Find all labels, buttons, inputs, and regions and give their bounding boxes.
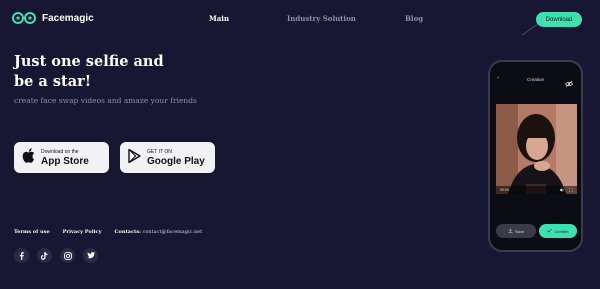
nav-main[interactable]: Main: [209, 14, 229, 23]
save-label: Save: [514, 228, 525, 234]
nav-blog[interactable]: Blog: [405, 14, 423, 23]
facemagic-logo-icon: [12, 11, 38, 25]
video-controls: 00:00: [496, 186, 577, 194]
google-play-icon: [128, 148, 141, 167]
confirm-icon: [547, 228, 553, 234]
save-button[interactable]: Save: [496, 224, 536, 238]
instagram-icon[interactable]: [60, 248, 75, 263]
video-time: 00:00: [500, 188, 509, 192]
portrait-image: [496, 104, 577, 194]
fullscreen-icon[interactable]: [568, 187, 574, 193]
google-play-big-label: Google Play: [147, 155, 205, 167]
app-store-button[interactable]: Download on the App Store: [14, 142, 109, 173]
hero-subline: create face swap videos and amaze your f…: [14, 96, 197, 105]
confirm-label: Confirm: [554, 228, 569, 234]
facebook-icon[interactable]: [14, 248, 29, 263]
footer-links: Terms of use Privacy Policy Contacts: co…: [14, 229, 202, 235]
hero-headline: Just one selfie and be a star!: [14, 52, 214, 92]
brand-logo[interactable]: Facemagic: [12, 11, 94, 25]
social-links: [14, 248, 98, 263]
contacts-label: Contacts:: [114, 229, 142, 235]
google-play-button[interactable]: GET IT ON Google Play: [120, 142, 215, 173]
contacts: Contacts: contact@facemagic.net: [115, 229, 203, 235]
privacy-link[interactable]: Privacy Policy: [63, 229, 102, 235]
google-play-small-label: GET IT ON: [147, 148, 172, 155]
tiktok-icon[interactable]: [37, 248, 52, 263]
brand-name: Facemagic: [42, 12, 94, 24]
download-button[interactable]: Download: [536, 12, 582, 27]
contacts-email[interactable]: contact@facemagic.net: [143, 229, 203, 235]
phone-mockup: ‹ Creation 00:00 Save Confirm: [488, 60, 583, 252]
app-store-small-label: Download on the: [41, 148, 79, 155]
nav-industry-solution[interactable]: Industry Solution: [287, 14, 356, 23]
video-preview[interactable]: 00:00: [496, 104, 577, 194]
hero-headline-line1: Just one selfie and: [14, 53, 164, 70]
hero-headline-line2: be a star!: [14, 73, 92, 90]
terms-link[interactable]: Terms of use: [14, 229, 50, 235]
volume-icon[interactable]: [560, 187, 565, 193]
apple-icon: [22, 148, 35, 167]
app-store-big-label: App Store: [41, 155, 89, 167]
save-icon: [508, 228, 513, 234]
confirm-button[interactable]: Confirm: [539, 224, 577, 238]
hide-eye-icon[interactable]: [565, 73, 573, 88]
twitter-icon[interactable]: [83, 248, 98, 263]
